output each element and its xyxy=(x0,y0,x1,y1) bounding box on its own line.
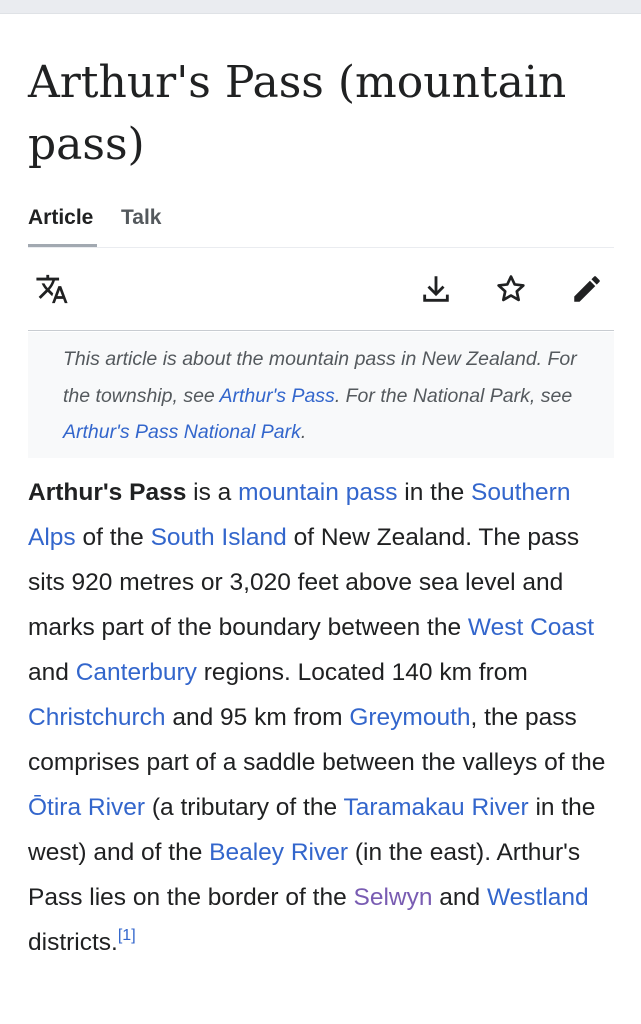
link-canterbury[interactable]: Canterbury xyxy=(76,659,197,686)
body-text: and xyxy=(28,659,76,686)
link-greymouth[interactable]: Greymouth xyxy=(349,704,470,731)
reference-link[interactable]: [1] xyxy=(118,927,136,944)
body-text: of the xyxy=(75,524,151,551)
link-selwyn[interactable]: Selwyn xyxy=(354,884,433,911)
download-icon[interactable] xyxy=(418,271,454,307)
body-text: and 95 km from xyxy=(165,704,350,731)
body-text: is a xyxy=(186,479,239,506)
article-intro-paragraph: Arthur's Pass is a mountain pass in the … xyxy=(28,470,618,965)
body-text: (a tributary of the xyxy=(145,794,344,821)
link-mountain-pass[interactable]: mountain pass xyxy=(238,479,397,506)
language-icon[interactable] xyxy=(34,271,70,307)
body-text: and xyxy=(432,884,487,911)
page-actions-toolbar xyxy=(28,249,614,331)
body-text: districts. xyxy=(28,929,118,956)
active-tab-indicator xyxy=(28,244,97,247)
link-arthurs-pass-national-park[interactable]: Arthur's Pass National Park xyxy=(63,421,301,443)
browser-top-strip xyxy=(0,0,641,14)
link-otira-river[interactable]: Ōtira River xyxy=(28,794,145,821)
body-text: regions. Located 140 km from xyxy=(196,659,528,686)
hatnote-text: . For the National Park, see xyxy=(334,384,573,407)
body-text: in the xyxy=(397,479,472,506)
link-westland[interactable]: Westland xyxy=(487,884,589,911)
link-taramakau-river[interactable]: Taramakau River xyxy=(343,794,528,821)
tab-talk[interactable]: Talk xyxy=(121,206,161,230)
link-west-coast[interactable]: West Coast xyxy=(468,614,594,641)
link-bealey-river[interactable]: Bealey River xyxy=(209,839,348,866)
namespace-tabs: Article Talk xyxy=(28,200,614,248)
article-subject: Arthur's Pass xyxy=(28,479,187,506)
link-south-island[interactable]: South Island xyxy=(151,524,287,551)
hatnote-text: . xyxy=(300,421,307,443)
star-icon[interactable] xyxy=(493,271,529,307)
tab-article[interactable]: Article xyxy=(28,206,93,230)
edit-pencil-icon[interactable] xyxy=(569,271,605,307)
link-christchurch[interactable]: Christchurch xyxy=(28,704,166,731)
link-arthurs-pass-township[interactable]: Arthur's Pass xyxy=(219,385,334,407)
page-title: Arthur's Pass (mountain pass) xyxy=(28,57,567,170)
hatnote: This article is about the mountain pass … xyxy=(28,332,614,458)
